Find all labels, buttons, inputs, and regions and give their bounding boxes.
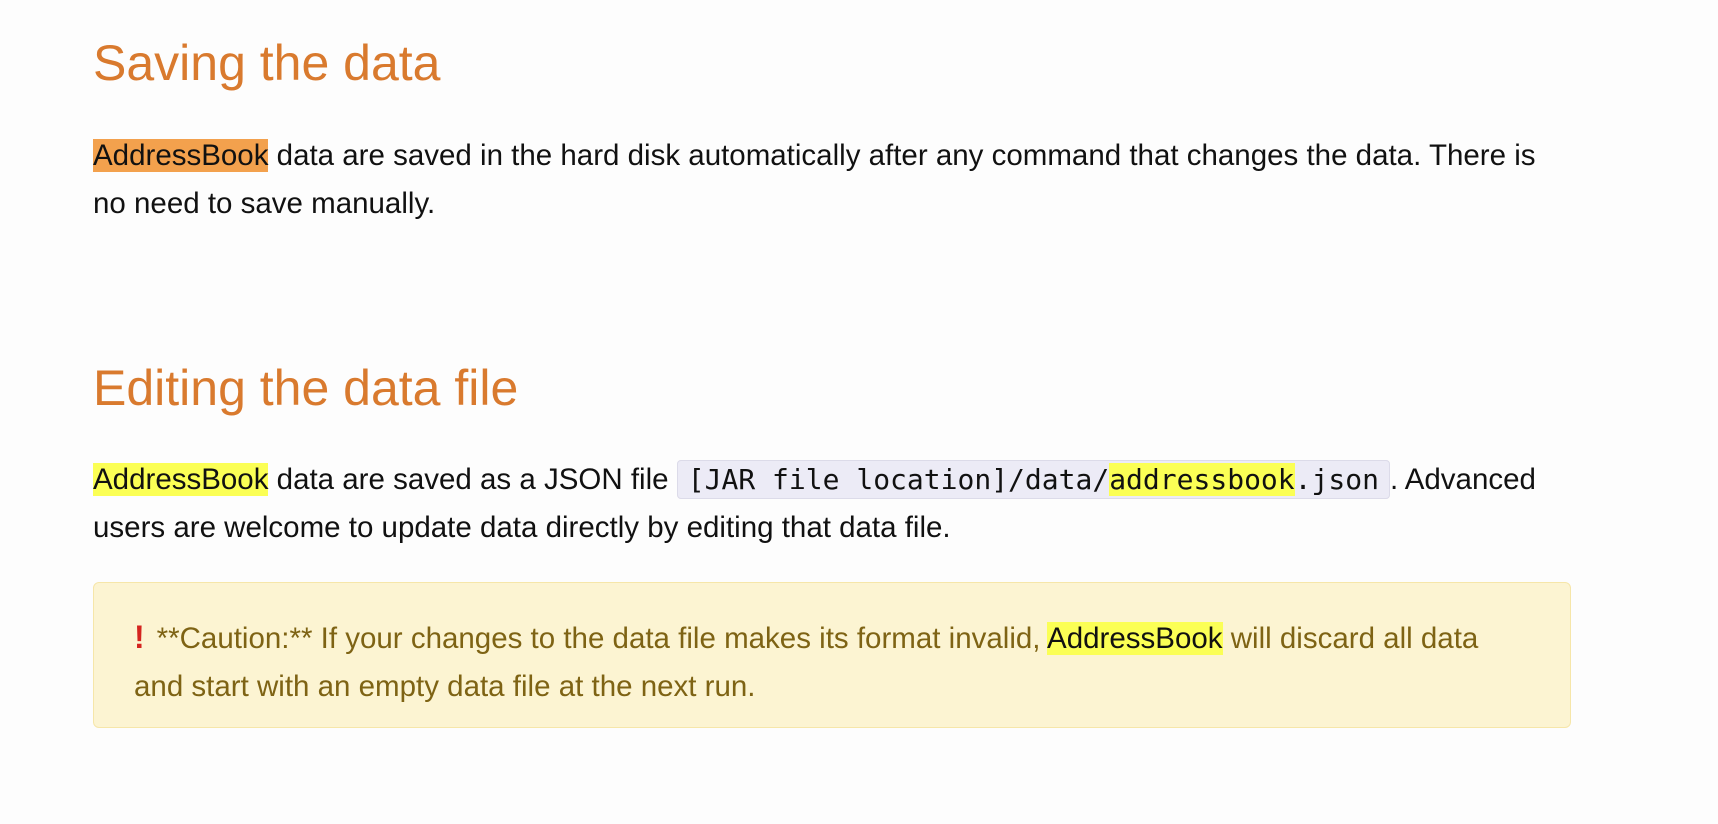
paragraph-editing: AddressBook data are saved as a JSON fil… [93,456,1573,552]
paragraph-text: data are saved as a JSON file [268,463,677,496]
highlight-addressbook: AddressBook [93,139,269,172]
highlight-addressbook: AddressBook [1047,622,1223,655]
file-path-code: [JAR file location]/data/addressbook.jso… [676,460,1390,499]
paragraph-saving: AddressBook data are saved in the hard d… [93,132,1573,228]
caution-callout: ! **Caution:** If your changes to the dat… [93,582,1571,728]
heading-saving-the-data: Saving the data [93,35,441,91]
paragraph-text: data are saved in the hard disk automati… [93,139,1536,220]
highlight-addressbook: AddressBook [93,463,269,496]
code-prefix: [JAR file location]/data/ [687,463,1110,496]
exclamation-icon: ! [134,619,145,655]
code-highlight-addressbook: addressbook [1109,463,1295,496]
code-suffix: .json [1294,463,1379,496]
heading-editing-the-data-file: Editing the data file [93,360,519,416]
callout-text-before: **Caution:** If your changes to the data… [156,622,1048,655]
